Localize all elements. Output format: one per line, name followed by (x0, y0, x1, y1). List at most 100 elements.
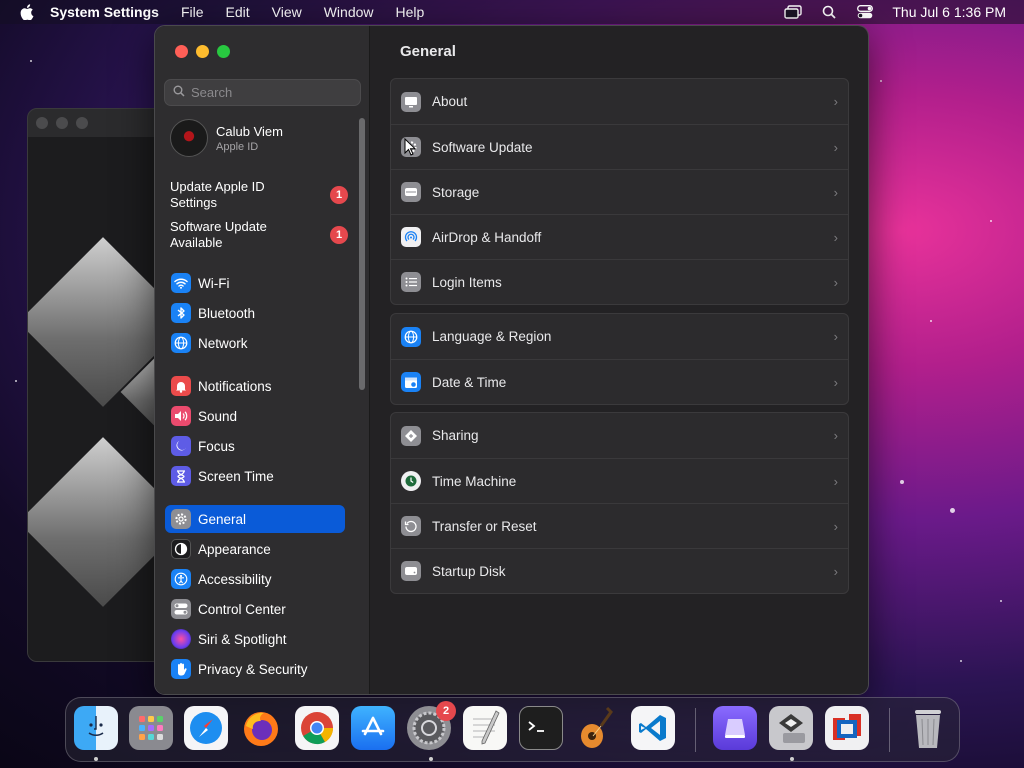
menu-file[interactable]: File (181, 4, 204, 20)
row-startup-disk[interactable]: Startup Disk › (391, 548, 848, 593)
control-center-icon[interactable] (856, 4, 874, 20)
row-login-items[interactable]: Login Items › (391, 259, 848, 304)
sidebar-item-notifications[interactable]: Notifications (165, 372, 345, 400)
sidebar-item-focus[interactable]: Focus (165, 432, 345, 460)
zoom-button[interactable] (217, 45, 230, 58)
row-language-region[interactable]: Language & Region › (391, 314, 848, 359)
dock-firefox-icon[interactable] (239, 706, 283, 750)
row-software-update[interactable]: Software Update › (391, 124, 848, 169)
settings-group-1: About › Software Update › Storage › AirD… (390, 78, 849, 305)
screen-mirroring-icon[interactable] (784, 4, 803, 20)
notice-label: Update Apple ID Settings (170, 179, 265, 210)
spotlight-search-icon[interactable] (820, 4, 838, 20)
menu-help[interactable]: Help (396, 4, 425, 20)
dock-finder-icon[interactable] (74, 706, 118, 750)
calendar-icon (401, 372, 421, 392)
chevron-right-icon: › (833, 518, 838, 534)
sharing-icon (401, 425, 421, 446)
search-icon (173, 84, 185, 102)
dock-vscode-icon[interactable] (631, 706, 675, 750)
sidebar-item-general[interactable]: General (165, 505, 345, 533)
menu-app-name[interactable]: System Settings (50, 4, 159, 20)
row-date-time[interactable]: Date & Time › (391, 359, 848, 404)
apple-logo-icon[interactable] (18, 3, 36, 21)
sidebar-item-appearance[interactable]: Appearance (165, 535, 345, 563)
sidebar-item-label: Notifications (198, 378, 272, 394)
appearance-icon (171, 539, 191, 559)
sidebar-item-siri-spotlight[interactable]: Siri & Spotlight (165, 625, 345, 653)
time-machine-icon (401, 471, 421, 491)
accessibility-icon (171, 569, 191, 589)
dock-textedit-icon[interactable] (463, 706, 507, 750)
disk-icon (401, 182, 421, 202)
sidebar-scrollbar[interactable] (359, 118, 365, 390)
dock-launchpad-icon[interactable] (129, 706, 173, 750)
bluetooth-icon (171, 303, 191, 323)
dock-chrome-icon[interactable] (295, 706, 339, 750)
gear-icon (171, 509, 191, 529)
sidebar-item-sound[interactable]: Sound (165, 402, 345, 430)
row-label: Date & Time (432, 374, 507, 390)
moon-icon (171, 436, 191, 456)
sidebar-item-accessibility[interactable]: Accessibility (165, 565, 345, 593)
row-label: AirDrop & Handoff (432, 229, 542, 245)
menu-bar: System Settings File Edit View Window He… (0, 0, 1024, 24)
dock-safari-icon[interactable] (184, 706, 228, 750)
chevron-right-icon: › (833, 184, 838, 200)
dock-app-store-icon[interactable] (351, 706, 395, 750)
sidebar-item-privacy-security[interactable]: Privacy & Security (165, 655, 345, 683)
sidebar-item-label: Privacy & Security (198, 661, 308, 677)
menu-edit[interactable]: Edit (226, 4, 250, 20)
sidebar-item-label: Accessibility (198, 571, 272, 587)
notice-badge: 1 (330, 186, 348, 204)
dock-apple-configurator-icon[interactable] (713, 706, 757, 750)
dock-parallels-icon[interactable] (825, 706, 869, 750)
reset-icon (401, 516, 421, 536)
dock-boot-camp-icon[interactable] (769, 706, 813, 750)
search-input[interactable]: Search (164, 79, 361, 106)
row-transfer-reset[interactable]: Transfer or Reset › (391, 503, 848, 548)
menu-clock[interactable]: Thu Jul 6 1:36 PM (892, 4, 1006, 20)
row-storage[interactable]: Storage › (391, 169, 848, 214)
row-time-machine[interactable]: Time Machine › (391, 458, 848, 503)
row-sharing[interactable]: Sharing › (391, 413, 848, 458)
sidebar-item-control-center[interactable]: Control Center (165, 595, 345, 623)
system-settings-window: Search Calub Viem Apple ID Update Apple … (154, 25, 869, 695)
sidebar-item-label: Network (198, 335, 248, 351)
main-pane: General About › Software Update › Storag… (370, 26, 868, 694)
menu-window[interactable]: Window (324, 4, 374, 20)
background-window[interactable] (27, 108, 167, 662)
search-placeholder: Search (191, 85, 233, 100)
sidebar-item-wifi[interactable]: Wi-Fi (165, 269, 345, 297)
computer-icon (401, 91, 421, 112)
globe-icon (171, 333, 191, 353)
minimize-button[interactable] (196, 45, 209, 58)
sidebar-item-network[interactable]: Network (165, 329, 345, 357)
toggle-icon (171, 599, 191, 619)
sidebar-item-label: Appearance (198, 541, 271, 557)
close-button[interactable] (175, 45, 188, 58)
chevron-right-icon: › (833, 94, 838, 109)
menu-view[interactable]: View (272, 4, 302, 20)
sidebar-item-bluetooth[interactable]: Bluetooth (165, 299, 345, 327)
row-about[interactable]: About › (391, 79, 848, 124)
siri-icon (171, 629, 191, 649)
dock-garageband-icon[interactable] (575, 706, 619, 750)
background-window-controls (36, 117, 88, 129)
apple-id-profile[interactable]: Calub Viem Apple ID (170, 119, 283, 157)
dock-trash-icon[interactable] (906, 706, 950, 750)
notice-update-apple-id[interactable]: Update Apple ID Settings 1 (170, 179, 355, 211)
row-label: Storage (432, 184, 480, 200)
hourglass-icon (171, 466, 191, 486)
list-icon (401, 272, 421, 292)
speaker-icon (171, 406, 191, 426)
sidebar-item-label: Bluetooth (198, 305, 256, 321)
hand-icon (171, 659, 191, 679)
notice-software-update[interactable]: Software Update Available 1 (170, 219, 355, 251)
sidebar-item-label: Siri & Spotlight (198, 631, 287, 647)
dock-terminal-icon[interactable] (519, 706, 563, 750)
row-label: Transfer or Reset (432, 518, 537, 534)
sidebar-item-screen-time[interactable]: Screen Time (165, 462, 345, 490)
row-airdrop-handoff[interactable]: AirDrop & Handoff › (391, 214, 848, 259)
chevron-right-icon: › (833, 229, 838, 245)
